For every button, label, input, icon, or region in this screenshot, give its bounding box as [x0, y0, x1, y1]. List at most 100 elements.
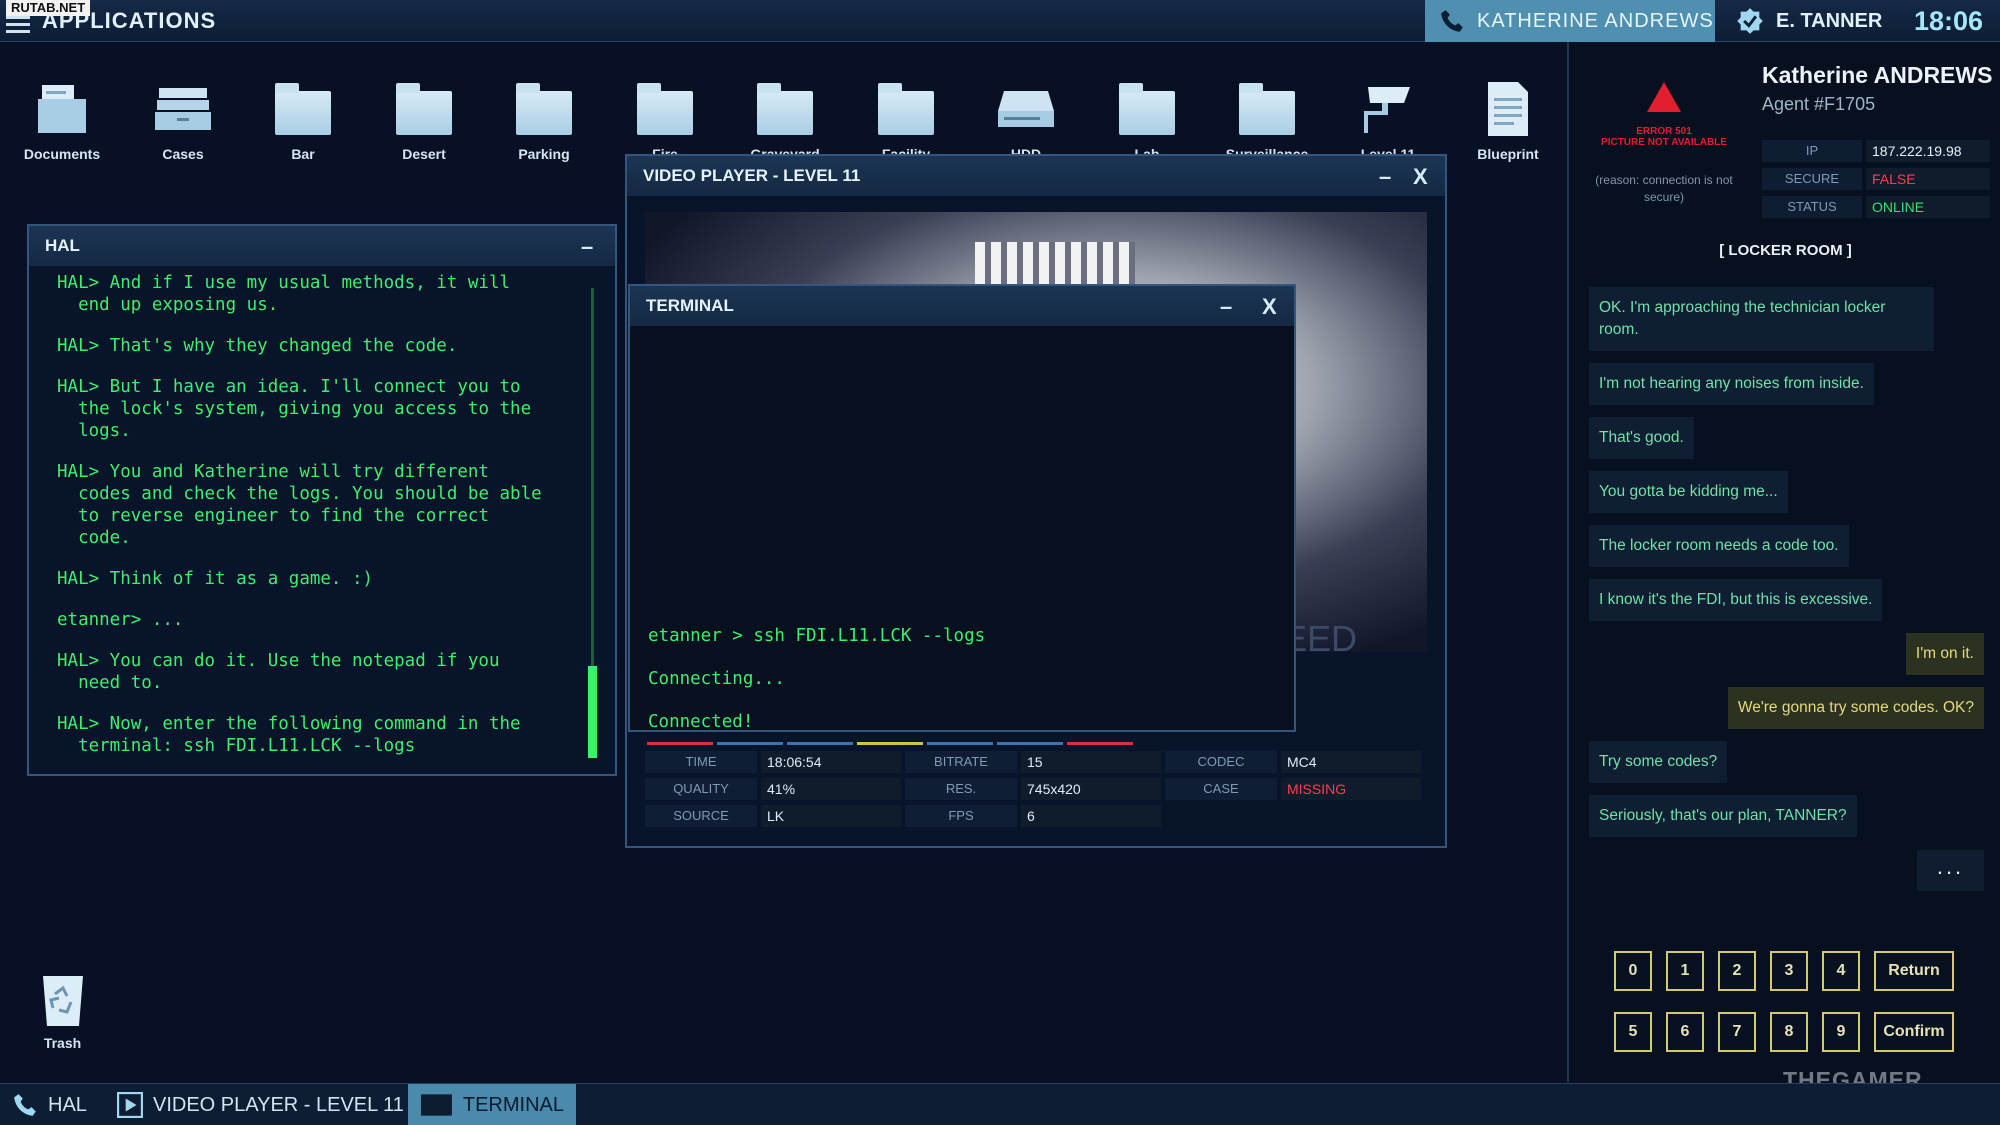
- error-title: ERROR 501: [1636, 126, 1692, 137]
- desktop-icon-blueprint[interactable]: Blueprint: [1458, 74, 1558, 162]
- contact-ip: 187.222.19.98: [1866, 140, 1990, 162]
- return-button[interactable]: Return: [1874, 951, 1954, 991]
- minimize-icon[interactable]: –: [1379, 164, 1391, 190]
- hal-titlebar[interactable]: HAL –: [29, 226, 615, 266]
- confirm-button[interactable]: Confirm: [1874, 1012, 1954, 1052]
- desktop-icon-documents[interactable]: Documents: [12, 74, 112, 162]
- desktop-icon-fire[interactable]: Fire: [615, 74, 715, 162]
- desktop-icon-graveyard[interactable]: Graveyard: [735, 74, 835, 162]
- hal-line: HAL> That's why they changed the code.: [57, 336, 458, 356]
- taskbar-item-video-player[interactable]: VIDEO PLAYER - LEVEL 11: [105, 1084, 416, 1125]
- picture-unavailable: ERROR 501 PICTURE NOT AVAILABLE (reason:…: [1589, 82, 1739, 206]
- meta-label: CODEC: [1165, 751, 1277, 773]
- meta-source: LK: [761, 805, 901, 827]
- desktop-icon-bar[interactable]: Bar: [253, 74, 353, 162]
- desktop-icon-hdd[interactable]: HDD: [976, 74, 1076, 162]
- desktop-icon-parking[interactable]: Parking: [494, 74, 594, 162]
- error-reason: (reason: connection is not secure): [1595, 173, 1733, 204]
- message-list: OK. I'm approaching the technician locke…: [1589, 287, 1984, 849]
- keypad-key-7[interactable]: 7: [1718, 1012, 1756, 1052]
- terminal-line: etanner > ssh FDI.L11.LCK --logs: [648, 626, 986, 646]
- message-incoming: Try some codes?: [1589, 741, 1728, 783]
- scrollbar-thumb[interactable]: [588, 666, 597, 758]
- desktop-icon-trash[interactable]: Trash: [15, 972, 110, 1051]
- top-bar: APPLICATIONS RUTAB.NET KATHERINE ANDREWS…: [0, 0, 2000, 42]
- trash-label: Trash: [43, 1035, 82, 1051]
- taskbar-item-terminal[interactable]: TERMINAL: [408, 1084, 576, 1125]
- hal-line: HAL> But I have an idea. I'll connect yo…: [57, 377, 532, 441]
- user-badge-icon: [1737, 8, 1763, 34]
- close-icon[interactable]: X: [1262, 294, 1277, 320]
- meta-quality: 41%: [761, 778, 901, 800]
- close-icon[interactable]: X: [1413, 164, 1428, 190]
- meta-label: SOURCE: [645, 805, 757, 827]
- menu-icon[interactable]: [6, 16, 30, 34]
- terminal-window-title: TERMINAL: [646, 296, 734, 315]
- active-call[interactable]: KATHERINE ANDREWS: [1425, 0, 1715, 42]
- message-outgoing: I'm on it.: [1905, 633, 1984, 675]
- camera-icon: [1364, 87, 1410, 133]
- keypad-key-5[interactable]: 5: [1614, 1012, 1652, 1052]
- desktop-icon-level-11[interactable]: Level 11: [1338, 74, 1438, 162]
- keypad-key-8[interactable]: 8: [1770, 1012, 1808, 1052]
- contact-info: IP 187.222.19.98 SECURE FALSE STATUS ONL…: [1762, 140, 1990, 218]
- folder-icon: [275, 83, 331, 135]
- hal-line: HAL> You and Katherine will try differen…: [57, 462, 542, 548]
- terminal-titlebar[interactable]: TERMINAL – X: [630, 286, 1294, 326]
- info-label: SECURE: [1762, 168, 1862, 190]
- current-user[interactable]: E. TANNER: [1718, 0, 1896, 42]
- hal-line: HAL> And if I use my usual methods, it w…: [57, 273, 511, 315]
- desktop-icon-facility[interactable]: Facility: [856, 74, 956, 162]
- folder-icon: [396, 83, 452, 135]
- error-subtitle: PICTURE NOT AVAILABLE: [1601, 137, 1727, 148]
- folder-icon: [516, 83, 572, 135]
- desktop-icon-surveillance[interactable]: Surveillance: [1217, 74, 1317, 162]
- hdd-icon: [998, 91, 1054, 127]
- keypad-key-9[interactable]: 9: [1822, 1012, 1860, 1052]
- taskbar-label: VIDEO PLAYER - LEVEL 11: [153, 1093, 404, 1116]
- folder-icon: [878, 83, 934, 135]
- message-incoming: I'm not hearing any noises from inside.: [1589, 363, 1874, 405]
- keypad-key-3[interactable]: 3: [1770, 951, 1808, 991]
- phone-icon: [14, 1094, 36, 1116]
- message-incoming: Seriously, that's our plan, TANNER?: [1589, 795, 1857, 837]
- taskbar: HAL VIDEO PLAYER - LEVEL 11 TERMINAL: [0, 1083, 2000, 1125]
- contact-agent-id: Agent #F1705: [1762, 94, 1876, 114]
- strip-segment: [1067, 742, 1133, 745]
- typing-indicator: ...: [1917, 850, 1984, 891]
- message-outgoing: We're gonna try some codes. OK?: [1727, 687, 1984, 729]
- taskbar-item-hal[interactable]: HAL: [0, 1084, 99, 1125]
- folder-icon: [757, 83, 813, 135]
- keypad-key-2[interactable]: 2: [1718, 951, 1756, 991]
- terminal-window[interactable]: TERMINAL – X etanner > ssh FDI.L11.LCK -…: [628, 284, 1296, 732]
- meta-codec: MC4: [1281, 751, 1421, 773]
- keypad-key-4[interactable]: 4: [1822, 951, 1860, 991]
- meta-label: QUALITY: [645, 778, 757, 800]
- terminal-line: Connecting...: [648, 669, 785, 689]
- desktop-icon-desert[interactable]: Desert: [374, 74, 474, 162]
- hal-chat-log: HAL> And if I use my usual methods, it w…: [29, 266, 615, 771]
- desktop-icon-cases[interactable]: Cases: [133, 74, 233, 162]
- play-icon: [117, 1092, 143, 1118]
- contact-status: ONLINE: [1866, 196, 1990, 218]
- hal-window[interactable]: HAL – HAL> And if I use my usual methods…: [27, 224, 617, 776]
- blueprint-icon: [1488, 82, 1528, 136]
- taskbar-label: HAL: [48, 1093, 87, 1116]
- strip-segment: [997, 742, 1063, 745]
- video-titlebar[interactable]: VIDEO PLAYER - LEVEL 11 – X: [627, 156, 1445, 196]
- minimize-icon[interactable]: –: [581, 234, 593, 260]
- watermark: RUTAB.NET: [6, 0, 91, 16]
- keypad-key-6[interactable]: 6: [1666, 1012, 1704, 1052]
- terminal-output[interactable]: etanner > ssh FDI.L11.LCK --logs Connect…: [630, 326, 1294, 732]
- hal-line: HAL> You can do it. Use the notepad if y…: [57, 651, 500, 693]
- clock: 18:06: [1914, 6, 1984, 36]
- meta-resolution: 745x420: [1021, 778, 1161, 800]
- user-name: E. TANNER: [1776, 9, 1883, 32]
- keypad-key-0[interactable]: 0: [1614, 951, 1652, 991]
- contact-chat-panel: ERROR 501 PICTURE NOT AVAILABLE (reason:…: [1567, 42, 2000, 1082]
- desktop-icon-lab[interactable]: Lab: [1097, 74, 1197, 162]
- keypad-key-1[interactable]: 1: [1666, 951, 1704, 991]
- documents-icon: [38, 85, 86, 133]
- minimize-icon[interactable]: –: [1220, 294, 1232, 320]
- folder-icon: [637, 83, 693, 135]
